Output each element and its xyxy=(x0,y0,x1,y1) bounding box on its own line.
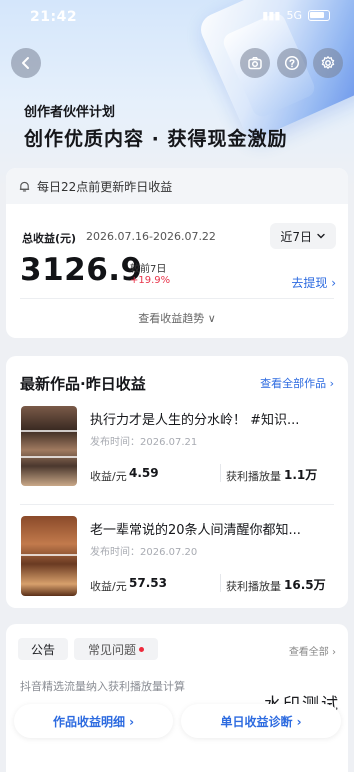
plays-label: 获利播放量 xyxy=(226,580,281,593)
plays-label: 获利播放量 xyxy=(226,470,281,483)
tab-faq-label: 常见问题 xyxy=(87,642,136,657)
view-all-notices-link[interactable]: 查看全部 › xyxy=(289,643,336,658)
metric-separator xyxy=(220,464,221,482)
plays-value: 1.1万 xyxy=(284,468,318,482)
period-dropdown[interactable]: 近7日 xyxy=(270,223,336,249)
chevron-down-icon xyxy=(317,233,325,239)
work-title: 老一辈常说的20条人间清醒你都知... xyxy=(90,523,301,538)
gear-icon xyxy=(321,56,335,69)
status-time: 21:42 xyxy=(30,9,78,25)
divider xyxy=(20,504,334,505)
question-icon xyxy=(284,55,300,71)
notice-article[interactable]: 抖音精选流量纳入获利播放量计算 xyxy=(20,678,260,694)
work-thumbnail xyxy=(21,406,77,486)
period-value: 近7日 xyxy=(280,229,312,244)
chevron-left-icon xyxy=(22,57,29,69)
view-all-works-link[interactable]: 查看全部作品 › xyxy=(260,375,334,391)
update-notice-text: 每日22点前更新昨日收益 xyxy=(37,179,173,194)
works-earnings-detail-button[interactable]: 作品收益明细 › xyxy=(14,704,173,738)
date-range: 2026.07.16-2026.07.22 xyxy=(86,230,216,243)
network-type: 5G xyxy=(286,9,302,22)
battery-icon xyxy=(308,10,330,21)
status-bar: 21:42 ▮▮▮ 5G xyxy=(0,0,354,32)
total-earnings-label: 总收益(元) xyxy=(22,232,77,245)
hero-title: 创作优质内容 · 获得现金激励 xyxy=(24,128,288,150)
work-thumbnail xyxy=(21,516,77,596)
camera-icon xyxy=(248,57,262,70)
work-publish-time: 发布时间：2026.07.21 xyxy=(90,437,198,448)
earn-label: 收益/元 xyxy=(90,580,127,593)
tab-faq[interactable]: 常见问题 xyxy=(74,638,158,660)
latest-works-title: 最新作品·昨日收益 xyxy=(20,375,146,393)
signal-icon: ▮▮▮ xyxy=(262,9,281,22)
earnings-card: 每日22点前更新昨日收益 总收益(元) 2026.07.16-2026.07.2… xyxy=(6,168,348,338)
tab-notice-label: 公告 xyxy=(30,642,55,657)
camera-button[interactable] xyxy=(240,48,270,78)
latest-works-card: 最新作品·昨日收益 查看全部作品 › 执行力才是人生的分水岭！ #知识... 发… xyxy=(6,356,348,608)
view-trend-link[interactable]: 查看收益趋势 ∨ xyxy=(6,310,348,326)
work-title: 执行力才是人生的分水岭！ #知识... xyxy=(90,413,300,428)
metric-separator xyxy=(220,574,221,592)
work-item[interactable]: 老一辈常说的20条人间清醒你都知... 发布时间：2026.07.20 收益/元… xyxy=(6,516,348,612)
unread-dot xyxy=(139,646,144,652)
earn-value: 4.59 xyxy=(129,466,159,480)
earn-value: 57.53 xyxy=(129,576,167,590)
bell-icon xyxy=(19,181,30,192)
status-icons: ▮▮▮ 5G xyxy=(262,9,330,22)
thumbnail-divider xyxy=(21,456,77,458)
daily-earnings-diagnosis-button[interactable]: 单日收益诊断 › xyxy=(181,704,341,738)
withdraw-link[interactable]: 去提现 › xyxy=(291,274,336,291)
compare-value: +19.9% xyxy=(130,275,171,286)
tab-notice[interactable]: 公告 xyxy=(18,638,68,660)
back-button[interactable] xyxy=(11,48,41,78)
settings-button[interactable] xyxy=(313,48,343,78)
total-earnings-amount: 3126.9 xyxy=(20,252,143,288)
thumbnail-divider xyxy=(21,554,77,556)
work-publish-time: 发布时间：2026.07.20 xyxy=(90,547,198,558)
work-item[interactable]: 执行力才是人生的分水岭！ #知识... 发布时间：2026.07.21 收益/元… xyxy=(6,406,348,502)
thumbnail-divider xyxy=(21,430,77,432)
divider xyxy=(20,298,334,299)
update-notice: 每日22点前更新昨日收益 xyxy=(6,168,348,204)
plays-value: 16.5万 xyxy=(284,578,326,592)
hero-subtitle: 创作者伙伴计划 xyxy=(24,105,116,120)
earn-label: 收益/元 xyxy=(90,470,127,483)
help-button[interactable] xyxy=(277,48,307,78)
compare-label: 较前7日 xyxy=(130,264,167,275)
